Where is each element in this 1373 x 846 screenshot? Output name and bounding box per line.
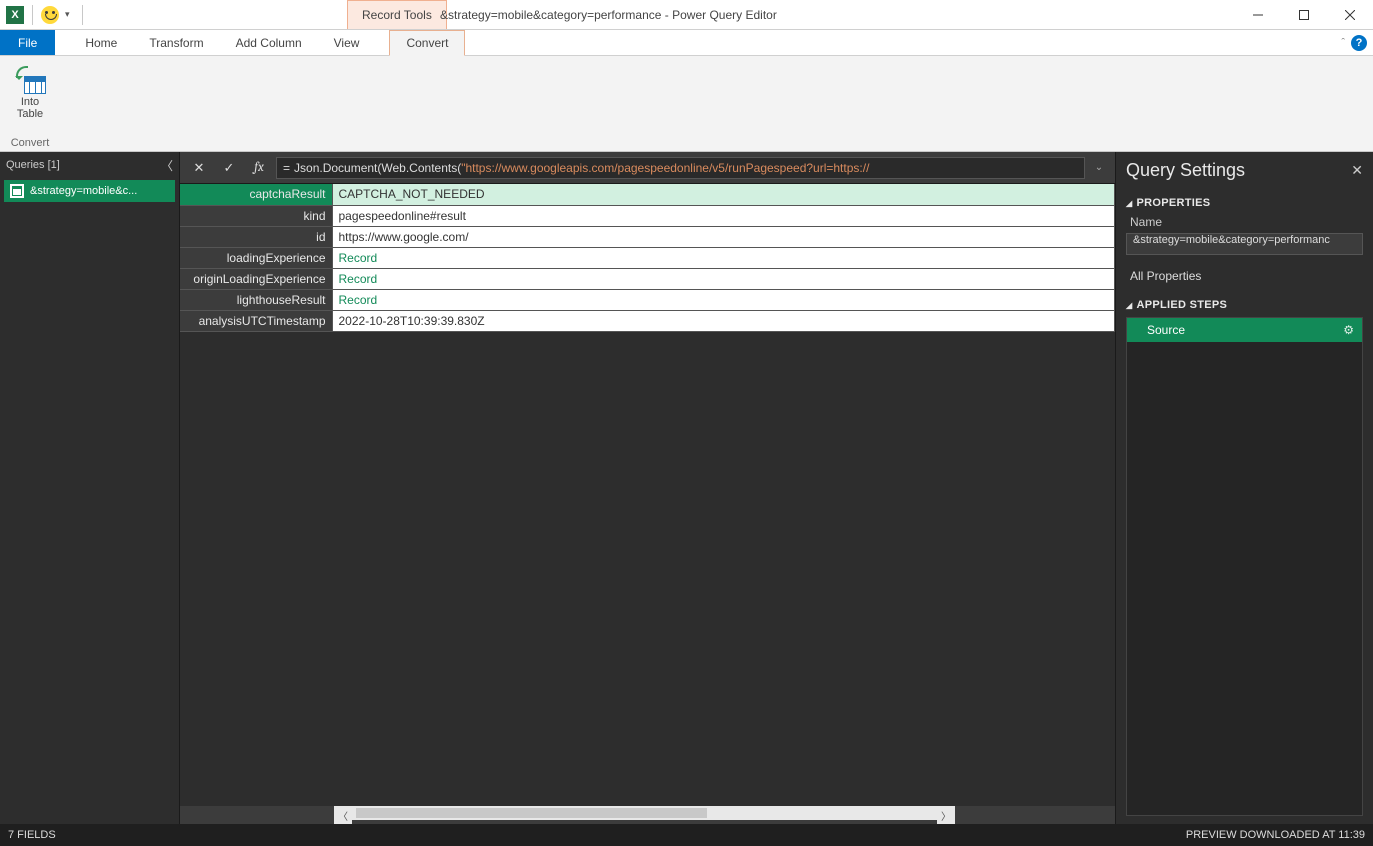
title-bar: ▾ Record Tools &strategy=mobile&category… — [0, 0, 1373, 30]
qat-dropdown-icon[interactable]: ▾ — [61, 9, 74, 20]
formula-url: "https://www.googleapis.com/pagespeedonl… — [461, 161, 869, 175]
ribbon-group-label: Convert — [11, 137, 50, 151]
fx-icon[interactable]: fx — [246, 156, 272, 180]
record-row[interactable]: kindpagespeedonline#result — [180, 205, 1115, 226]
record-value: 2022-10-28T10:39:39.830Z — [332, 310, 1115, 331]
tab-add-column[interactable]: Add Column — [220, 30, 318, 55]
expand-formula-icon[interactable]: ⌄ — [1089, 162, 1109, 173]
applied-steps-section-header[interactable]: ◢ APPLIED STEPS — [1126, 299, 1363, 311]
workspace: Queries [1] 〈 &strategy=mobile&c... ✕ ✓ … — [0, 152, 1373, 824]
maximize-button[interactable] — [1281, 0, 1327, 30]
into-table-label-1: Into — [17, 96, 43, 108]
record-value[interactable]: Record — [332, 289, 1115, 310]
name-label: Name — [1130, 215, 1363, 229]
app-icon — [6, 6, 24, 24]
record-value[interactable]: Record — [332, 247, 1115, 268]
record-grid: captchaResultCAPTCHA_NOT_NEEDEDkindpages… — [180, 184, 1115, 806]
record-value: CAPTCHA_NOT_NEEDED — [332, 184, 1115, 205]
record-key: loadingExperience — [180, 247, 332, 268]
gear-icon[interactable]: ⚙ — [1343, 323, 1354, 337]
formula-input[interactable]: = Json.Document(Web.Contents( "https://w… — [276, 157, 1085, 179]
close-settings-icon[interactable]: ✕ — [1351, 162, 1363, 179]
minimize-button[interactable] — [1235, 0, 1281, 30]
formula-bar: ✕ ✓ fx = Json.Document(Web.Contents( "ht… — [180, 152, 1115, 184]
table-icon — [10, 184, 24, 198]
record-value[interactable]: Record — [332, 268, 1115, 289]
tab-convert[interactable]: Convert — [389, 30, 465, 56]
record-value: https://www.google.com/ — [332, 226, 1115, 247]
separator — [32, 5, 33, 25]
into-table-icon — [14, 62, 46, 94]
help-icon[interactable]: ? — [1351, 35, 1367, 51]
status-bar: 7 FIELDS PREVIEW DOWNLOADED AT 11:39 — [0, 824, 1373, 846]
record-row[interactable]: analysisUTCTimestamp2022-10-28T10:39:39.… — [180, 310, 1115, 331]
into-table-button[interactable]: Into Table — [8, 60, 52, 122]
scroll-left-icon[interactable]: 〈 — [334, 806, 352, 824]
horizontal-scrollbar[interactable]: 〈 〉 — [180, 806, 1115, 824]
scroll-right-icon[interactable]: 〉 — [937, 806, 955, 824]
tab-file[interactable]: File — [0, 30, 55, 55]
queries-panel: Queries [1] 〈 &strategy=mobile&c... — [0, 152, 180, 824]
center-area: ✕ ✓ fx = Json.Document(Web.Contents( "ht… — [180, 152, 1115, 824]
step-item-source[interactable]: Source ⚙ — [1127, 318, 1362, 342]
caret-icon: ◢ — [1126, 301, 1132, 310]
collapse-ribbon-icon[interactable]: ˆ — [1341, 37, 1345, 49]
query-item[interactable]: &strategy=mobile&c... — [4, 180, 175, 202]
record-row[interactable]: originLoadingExperienceRecord — [180, 268, 1115, 289]
scroll-track[interactable] — [352, 806, 937, 820]
contextual-tab-record-tools[interactable]: Record Tools — [347, 0, 447, 29]
collapse-panel-icon[interactable]: 〈 — [161, 157, 173, 174]
record-key: originLoadingExperience — [180, 268, 332, 289]
window-title: &strategy=mobile&category=performance - … — [440, 0, 777, 30]
ribbon-body: Into Table Convert — [0, 56, 1373, 152]
record-row[interactable]: captchaResultCAPTCHA_NOT_NEEDED — [180, 184, 1115, 205]
separator — [82, 5, 83, 25]
tab-home[interactable]: Home — [69, 30, 133, 55]
record-key: lighthouseResult — [180, 289, 332, 310]
record-row[interactable]: loadingExperienceRecord — [180, 247, 1115, 268]
properties-section-header[interactable]: ◢ PROPERTIES — [1126, 197, 1363, 209]
ribbon-tabs: File Home Transform Add Column View Conv… — [0, 30, 1373, 56]
tab-transform[interactable]: Transform — [133, 30, 219, 55]
close-button[interactable] — [1327, 0, 1373, 30]
status-right: PREVIEW DOWNLOADED AT 11:39 — [1186, 829, 1365, 841]
record-key: kind — [180, 205, 332, 226]
query-settings-panel: Query Settings ✕ ◢ PROPERTIES Name &stra… — [1115, 152, 1373, 824]
record-row[interactable]: lighthouseResultRecord — [180, 289, 1115, 310]
step-label: Source — [1147, 323, 1185, 337]
record-value: pagespeedonline#result — [332, 205, 1115, 226]
settings-title: Query Settings — [1126, 160, 1245, 181]
all-properties-link[interactable]: All Properties — [1130, 269, 1363, 283]
queries-header: Queries [1] — [6, 159, 60, 171]
tab-view[interactable]: View — [318, 30, 376, 55]
into-table-label-2: Table — [17, 108, 43, 120]
record-key: analysisUTCTimestamp — [180, 310, 332, 331]
commit-formula-button[interactable]: ✓ — [216, 156, 242, 180]
applied-steps-list: Source ⚙ — [1126, 317, 1363, 816]
formula-prefix: Json.Document(Web.Contents( — [294, 161, 461, 175]
query-name-input[interactable]: &strategy=mobile&category=performanc — [1126, 233, 1363, 255]
caret-icon: ◢ — [1126, 199, 1132, 208]
ribbon-group-convert: Into Table Convert — [0, 56, 60, 151]
query-item-label: &strategy=mobile&c... — [30, 185, 137, 197]
record-key: id — [180, 226, 332, 247]
status-left: 7 FIELDS — [8, 829, 56, 841]
record-key: captchaResult — [180, 184, 332, 205]
feedback-icon[interactable] — [41, 6, 59, 24]
record-row[interactable]: idhttps://www.google.com/ — [180, 226, 1115, 247]
cancel-formula-button[interactable]: ✕ — [186, 156, 212, 180]
